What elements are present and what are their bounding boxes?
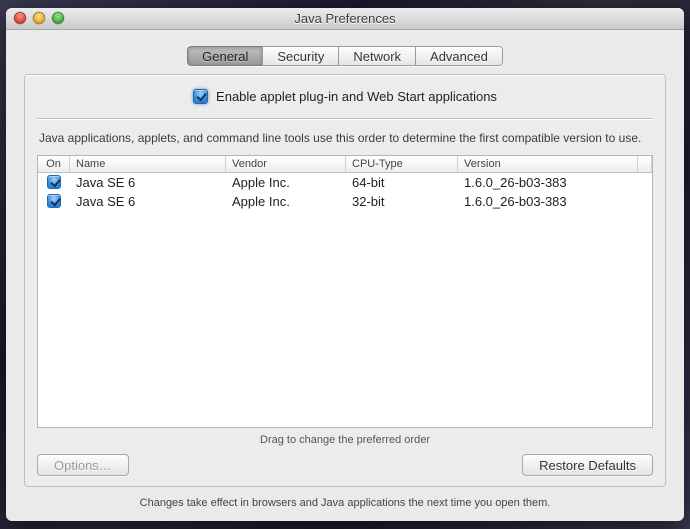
col-header-vendor[interactable]: Vendor (226, 156, 346, 172)
col-header-end (638, 156, 652, 172)
content-area: General Security Network Advanced Enable… (6, 30, 684, 521)
segmented-tabs: General Security Network Advanced (187, 46, 503, 66)
footer-note: Changes take effect in browsers and Java… (24, 497, 666, 509)
enable-checkbox[interactable] (193, 89, 208, 104)
cell-version: 1.6.0_26-b03-383 (458, 192, 638, 211)
enable-row: Enable applet plug-in and Web Start appl… (37, 89, 653, 104)
col-header-cpu[interactable]: CPU-Type (346, 156, 458, 172)
separator (37, 118, 653, 119)
table-header-row: On Name Vendor CPU-Type Version (38, 156, 652, 173)
preferences-window: Java Preferences General Security Networ… (6, 8, 684, 521)
tab-network[interactable]: Network (338, 46, 415, 66)
minimize-icon[interactable] (33, 12, 45, 24)
java-versions-table: On Name Vendor CPU-Type Version Java SE … (37, 155, 653, 428)
window-title: Java Preferences (294, 11, 395, 26)
cell-cpu: 64-bit (346, 173, 458, 192)
button-row: Options… Restore Defaults (37, 454, 653, 476)
tab-general[interactable]: General (187, 46, 262, 66)
explain-text: Java applications, applets, and command … (39, 131, 651, 147)
general-panel: Enable applet plug-in and Web Start appl… (24, 74, 666, 487)
cell-vendor: Apple Inc. (226, 173, 346, 192)
titlebar: Java Preferences (6, 8, 684, 30)
zoom-icon[interactable] (52, 12, 64, 24)
options-button[interactable]: Options… (37, 454, 129, 476)
restore-defaults-button[interactable]: Restore Defaults (522, 454, 653, 476)
cell-cpu: 32-bit (346, 192, 458, 211)
tab-advanced[interactable]: Advanced (415, 46, 503, 66)
cell-name: Java SE 6 (70, 173, 226, 192)
traffic-lights (14, 12, 64, 24)
cell-vendor: Apple Inc. (226, 192, 346, 211)
col-header-name[interactable]: Name (70, 156, 226, 172)
table-row[interactable]: Java SE 6 Apple Inc. 32-bit 1.6.0_26-b03… (38, 192, 652, 211)
tabstrip: General Security Network Advanced (24, 46, 666, 66)
table-body[interactable]: Java SE 6 Apple Inc. 64-bit 1.6.0_26-b03… (38, 173, 652, 427)
close-icon[interactable] (14, 12, 26, 24)
cell-name: Java SE 6 (70, 192, 226, 211)
drag-hint: Drag to change the preferred order (37, 434, 653, 446)
row-checkbox[interactable] (47, 175, 61, 189)
tab-security[interactable]: Security (262, 46, 338, 66)
col-header-on[interactable]: On (38, 156, 70, 172)
table-row[interactable]: Java SE 6 Apple Inc. 64-bit 1.6.0_26-b03… (38, 173, 652, 192)
col-header-version[interactable]: Version (458, 156, 638, 172)
enable-label: Enable applet plug-in and Web Start appl… (216, 89, 497, 104)
row-checkbox[interactable] (47, 194, 61, 208)
cell-version: 1.6.0_26-b03-383 (458, 173, 638, 192)
